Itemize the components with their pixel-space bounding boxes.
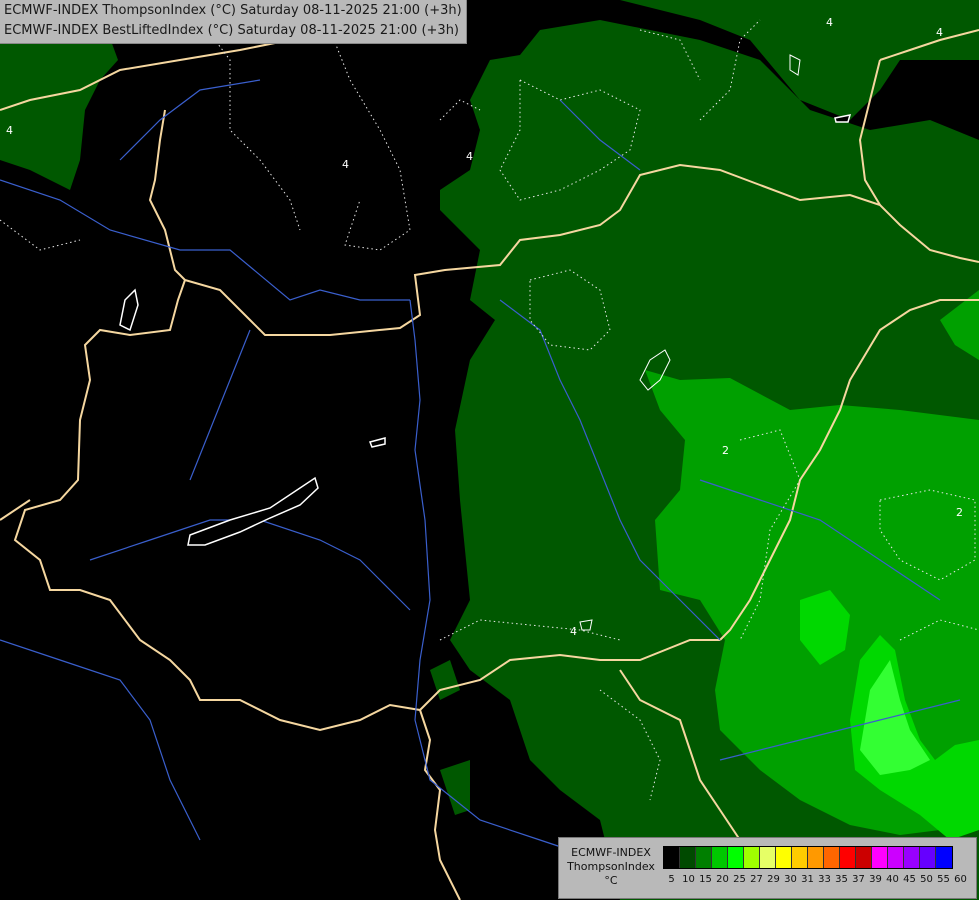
contour-label: 4 [936, 26, 943, 39]
contour-label: 4 [570, 625, 577, 638]
legend-tick-label: 60 [954, 874, 967, 885]
map-title-box: ECMWF-INDEX ThompsonIndex (°C) Saturday … [0, 0, 467, 44]
legend-swatch [936, 847, 952, 868]
legend-swatch [856, 847, 872, 868]
legend-swatch [744, 847, 760, 868]
legend-swatch [872, 847, 888, 868]
title-best-lifted-index: ECMWF-INDEX BestLiftedIndex (°C) Saturda… [4, 23, 459, 38]
legend-tick-label: 15 [699, 874, 712, 885]
title-thompson-index: ECMWF-INDEX ThompsonIndex (°C) Saturday … [4, 3, 462, 18]
legend-swatch [824, 847, 840, 868]
legend-tick-label: 37 [852, 874, 865, 885]
legend-tick-label: 29 [767, 874, 780, 885]
contour-label: 4 [466, 150, 473, 163]
legend-swatch [664, 847, 680, 868]
legend-tick-label: 20 [716, 874, 729, 885]
legend-tick-label: 27 [750, 874, 763, 885]
legend-label-unit: °C [604, 874, 618, 887]
legend-tick-label: 31 [801, 874, 814, 885]
legend-swatch [712, 847, 728, 868]
legend-swatch [728, 847, 744, 868]
legend-swatch [680, 847, 696, 868]
legend-tick-label: 39 [869, 874, 882, 885]
legend-swatch [840, 847, 856, 868]
legend-label: ECMWF-INDEX ThompsonIndex °C [563, 846, 659, 888]
legend-tick-label: 40 [886, 874, 899, 885]
legend-swatch [888, 847, 904, 868]
legend-tick-label: 33 [818, 874, 831, 885]
color-legend: ECMWF-INDEX ThompsonIndex °C 5 10 15 20 25 27… [558, 837, 977, 899]
legend-swatch [696, 847, 712, 868]
legend-ticks: 5 10 15 20 25 27 29 30 31 33 35 37 39 40 45 50 55 60 [663, 874, 969, 885]
legend-swatch [808, 847, 824, 868]
legend-swatch [920, 847, 936, 868]
map-canvas [0, 0, 979, 900]
legend-swatch [904, 847, 920, 868]
legend-tick-label: 10 [682, 874, 695, 885]
contour-label: 4 [826, 16, 833, 29]
legend-tick-label: 35 [835, 874, 848, 885]
contour-label: 2 [956, 506, 963, 519]
contour-label: 4 [342, 158, 349, 171]
legend-swatch [776, 847, 792, 868]
legend-tick-label: 45 [903, 874, 916, 885]
contour-label: 4 [6, 124, 13, 137]
legend-swatch [760, 847, 776, 868]
legend-swatch [792, 847, 808, 868]
legend-swatches [663, 846, 953, 869]
legend-label-variable: ThompsonIndex [567, 860, 655, 873]
contour-label: 2 [722, 444, 729, 457]
legend-tick-label: 25 [733, 874, 746, 885]
legend-tick-label: 50 [920, 874, 933, 885]
legend-tick-label: 5 [668, 874, 675, 885]
legend-tick-label: 30 [784, 874, 797, 885]
legend-label-source: ECMWF-INDEX [571, 846, 651, 859]
legend-tick-label: 55 [937, 874, 950, 885]
